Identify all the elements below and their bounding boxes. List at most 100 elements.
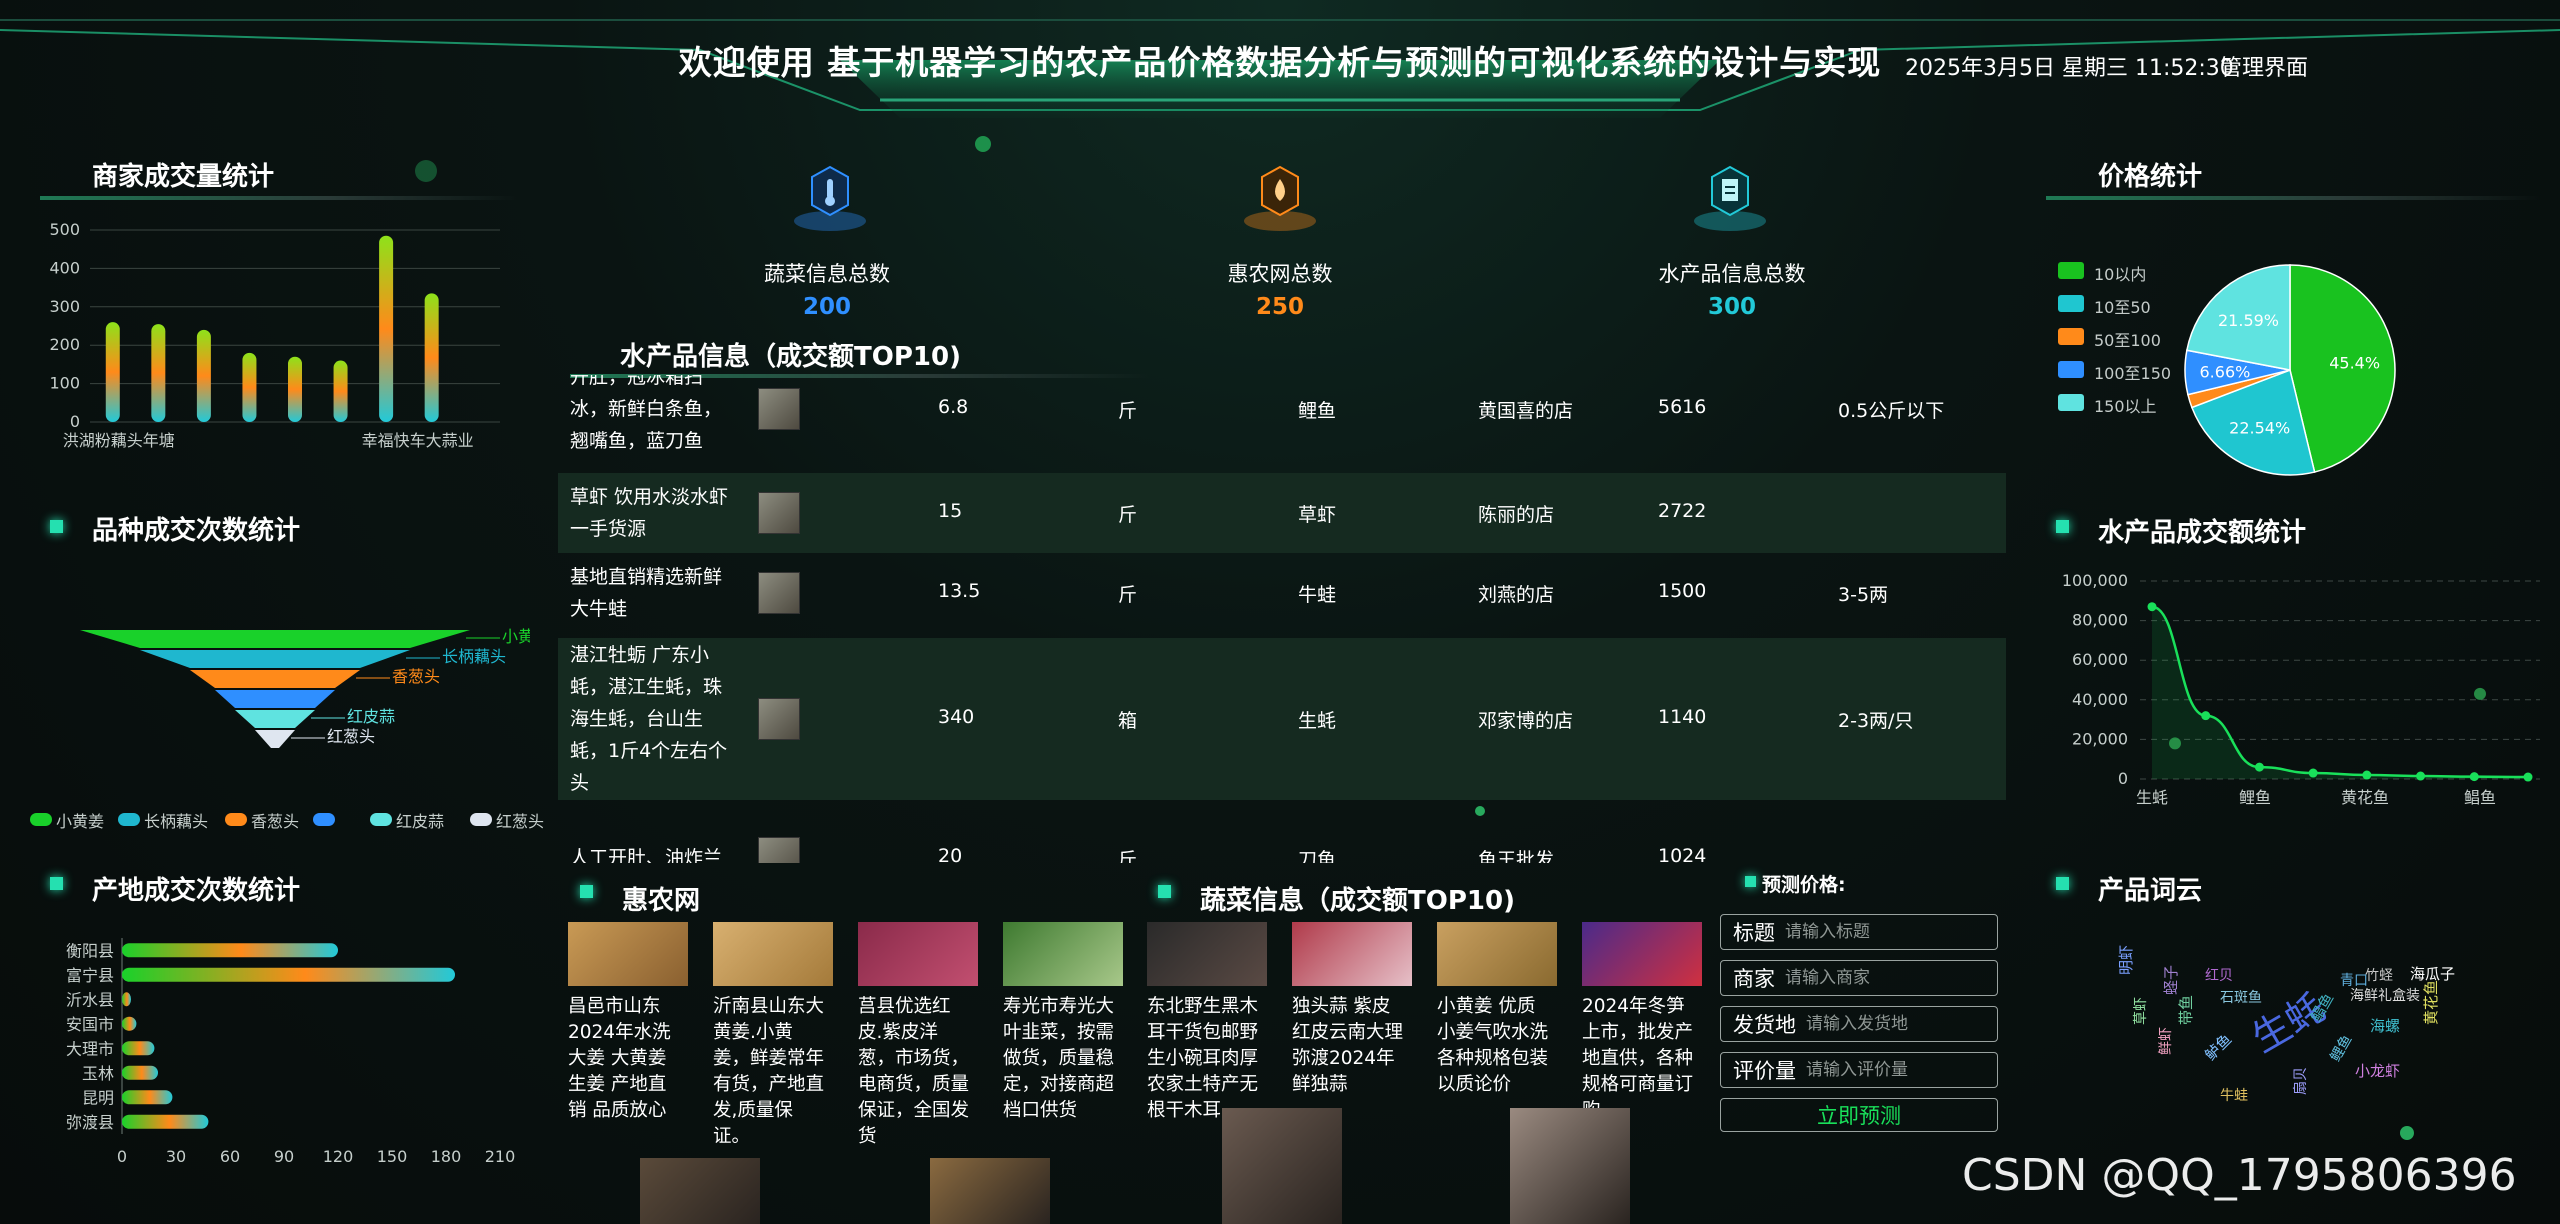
product-card-line: 皮.紫皮洋 — [858, 1022, 938, 1043]
aquatic-table[interactable]: 开肚，冠冰箱扫 冰，新鲜白条鱼， 翘嘴鱼，蓝刀鱼 6.8 斤 鲤鱼 黄国喜的店 5616 0.5… — [558, 375, 2006, 863]
word-cloud-word[interactable]: 海螺 — [2370, 1015, 2400, 1036]
table-row[interactable]: 湛江牡蛎 广东小 蚝，湛江生蚝，珠 海生蚝，台山生 蚝，1斤4个左右个头 340 箱 生蚝 邓… — [558, 638, 2006, 800]
word-cloud-word[interactable]: 扇贝 — [2290, 1067, 2310, 1095]
price-title-underline — [2046, 196, 2540, 200]
legend-swatch[interactable] — [2058, 295, 2084, 312]
product-image[interactable] — [1437, 922, 1557, 986]
variety-chart-title: 品种成交次数统计 — [92, 516, 301, 546]
shop-cell: 黄国喜的店 — [1478, 400, 1574, 422]
kind-cell: 草虾 — [1298, 504, 1337, 526]
clipboard-icon — [1690, 165, 1770, 235]
amount-cell: 1140 — [1658, 706, 1707, 728]
product-image[interactable] — [930, 1158, 1050, 1224]
table-row[interactable]: 人工开肚、油炸兰 20 斤 刀鱼 鱼王批发 1024 — [558, 813, 2006, 863]
product-card-line: 弥渡2024年 — [1292, 1048, 1395, 1069]
word-cloud-word[interactable]: 石斑鱼 — [2220, 987, 2262, 1007]
word-cloud-word[interactable]: 鲈鱼 — [2200, 1029, 2236, 1065]
price-chart-title: 价格统计 — [2098, 162, 2203, 192]
legend-swatch[interactable] — [2058, 394, 2084, 411]
word-cloud-word[interactable]: 牛蛙 — [2220, 1085, 2248, 1105]
product-image[interactable] — [1003, 922, 1123, 986]
funnel-layer — [80, 630, 470, 648]
product-image[interactable] — [1292, 922, 1412, 986]
product-thumbnail[interactable] — [758, 837, 800, 863]
product-card-line: 定，对接商超 — [1003, 1074, 1115, 1095]
product-thumbnail[interactable] — [758, 698, 800, 740]
predict-title-field[interactable]: 标题 — [1720, 914, 1998, 950]
merchant-chart-title: 商家成交量统计 — [92, 162, 275, 192]
legend-swatch[interactable] — [30, 813, 52, 826]
y-tick-label: 100,000 — [2062, 571, 2128, 590]
word-cloud-word[interactable]: 带鱼 — [2175, 995, 2196, 1025]
word-cloud-word[interactable]: 小龙虾 — [2355, 1060, 2400, 1081]
predict-merchant-field[interactable]: 商家 — [1720, 960, 1998, 996]
product-image[interactable] — [568, 922, 688, 986]
legend-swatch[interactable] — [370, 813, 392, 826]
product-name-line: 海生蚝，台山生 — [570, 708, 704, 730]
legend-swatch[interactable] — [313, 813, 335, 826]
predict-origin-field[interactable]: 发货地 — [1720, 1006, 1998, 1042]
table-row[interactable]: 基地直销精选新鲜 大牛蛙 13.5 斤 牛蛙 刘燕的店 1500 3-5两 — [558, 553, 2006, 633]
region-bar — [122, 992, 131, 1007]
word-cloud-word[interactable]: 明虾 — [2115, 945, 2136, 975]
predict-reviews-field[interactable]: 评价量 — [1720, 1052, 1998, 1088]
word-cloud-word[interactable]: 黄花鱼 — [2420, 980, 2441, 1025]
word-cloud-word[interactable]: 草虾 — [2130, 997, 2150, 1025]
word-cloud-word[interactable]: 鲤鱼 — [2325, 1031, 2356, 1065]
product-card-text[interactable]: 2024年冬笋上市，批发产地直供，各种规格可商量订购。 — [1582, 994, 1704, 1124]
unit-cell: 斤 — [1118, 504, 1138, 526]
product-card-text[interactable]: 莒县优选红 皮.紫皮洋 葱，市场货， 电商货，质量 保证，全国发货 — [858, 994, 980, 1150]
product-card-text[interactable]: 昌邑市山东 2024年水洗 大姜 大黄姜 生姜 产地直销 品质放心 — [568, 994, 690, 1124]
datetime-display: 2025年3月5日 星期三 11:52:30 — [1905, 56, 2234, 81]
product-image[interactable] — [858, 922, 978, 986]
product-card-text[interactable]: 寿光市寿光大 叶韭菜，按需 做货，质量稳 定，对接商超 档口供货 — [1003, 994, 1125, 1124]
predict-title-input[interactable] — [1785, 922, 1955, 942]
region-bar — [122, 943, 338, 958]
product-card-text[interactable]: 沂南县山东大 黄姜.小黄 姜，鲜姜常年 有货，产地直 发,质量保 证。 — [713, 994, 835, 1150]
table-row[interactable]: 开肚，冠冰箱扫 冰，新鲜白条鱼， 翘嘴鱼，蓝刀鱼 6.8 斤 鲤鱼 黄国喜的店 5616 0.5… — [558, 375, 2006, 459]
merchant-bar — [242, 352, 257, 422]
legend-swatch[interactable] — [225, 813, 247, 826]
predict-origin-input[interactable] — [1806, 1014, 1976, 1034]
y-tick-label: 100 — [49, 374, 80, 393]
legend-swatch[interactable] — [470, 813, 492, 826]
word-cloud-word[interactable]: 蛏子 — [2160, 965, 2181, 995]
product-name-cell: 草虾 饮用水淡水虾 一手货源 — [570, 481, 755, 545]
product-card-text[interactable]: 东北野生黑木 耳干货包邮野 生小碗耳肉厚 农家土特产无 根干木耳 — [1147, 994, 1269, 1124]
product-image[interactable] — [640, 1158, 760, 1224]
legend-swatch[interactable] — [2058, 328, 2084, 345]
product-thumbnail[interactable] — [758, 492, 800, 534]
product-card-text[interactable]: 小黄姜 优质 小姜气吹水洗 各种规格包装 以质论价 — [1437, 994, 1559, 1098]
product-image[interactable] — [1147, 922, 1267, 986]
product-name-line: 蚝，湛江生蚝，珠 — [570, 676, 723, 698]
word-cloud-word[interactable]: 竹蛏 — [2365, 965, 2393, 985]
legend-swatch[interactable] — [118, 813, 140, 826]
word-cloud-word[interactable]: 红贝 — [2205, 965, 2233, 985]
x-tick-label: 0 — [117, 1147, 127, 1166]
y-tick-label: 80,000 — [2072, 611, 2128, 630]
product-card-line: 各种规格包装 — [1437, 1048, 1549, 1069]
predict-reviews-input[interactable] — [1806, 1060, 1976, 1080]
table-row[interactable]: 草虾 饮用水淡水虾 一手货源 15 斤 草虾 陈丽的店 2722 — [558, 473, 2006, 553]
thermometer-icon — [790, 165, 870, 235]
product-image[interactable] — [1222, 1108, 1342, 1224]
price-cell: 6.8 — [938, 396, 969, 418]
product-card-line: 档口供货 — [1003, 1100, 1078, 1121]
predict-button[interactable]: 立即预测 — [1720, 1098, 1998, 1132]
word-cloud-word[interactable]: 鲜虾 — [2155, 1027, 2175, 1055]
word-cloud-word[interactable]: 青口 — [2340, 970, 2368, 990]
glow-dot — [1475, 806, 1485, 816]
product-image[interactable] — [713, 922, 833, 986]
product-image[interactable] — [1582, 922, 1702, 986]
legend-swatch[interactable] — [2058, 262, 2084, 279]
admin-link[interactable]: 管理界面 — [2220, 50, 2308, 82]
predict-merchant-input[interactable] — [1785, 968, 1955, 988]
funnel-layer — [215, 690, 335, 708]
product-thumbnail[interactable] — [758, 388, 800, 430]
vegetable-title-marker — [1158, 885, 1171, 898]
product-card-text[interactable]: 独头蒜 紫皮 红皮云南大理 弥渡2024年 鲜独蒜 — [1292, 994, 1414, 1098]
product-image[interactable] — [1510, 1108, 1630, 1224]
product-thumbnail[interactable] — [758, 572, 800, 614]
legend-swatch[interactable] — [2058, 361, 2084, 378]
scatter-point — [2474, 687, 2486, 700]
